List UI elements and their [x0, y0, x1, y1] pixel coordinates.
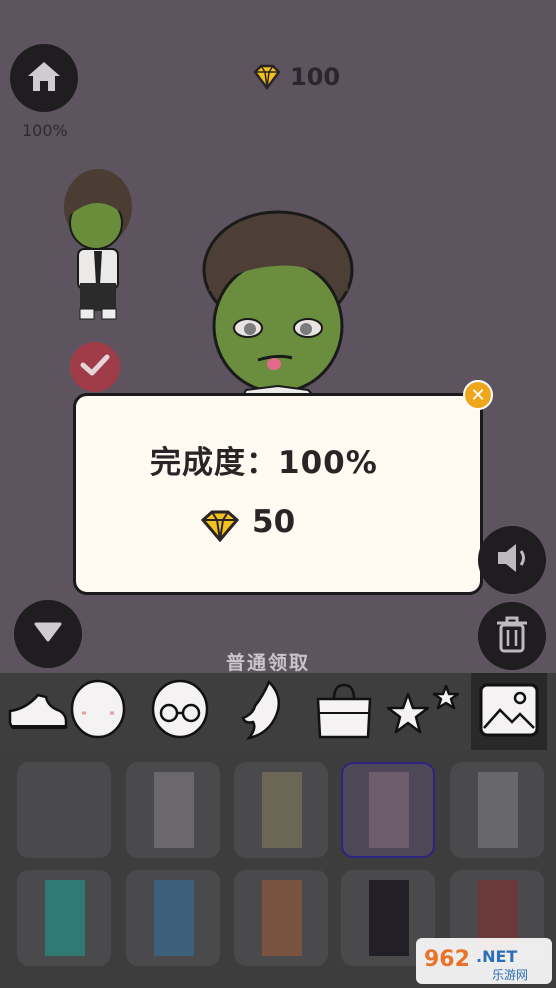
svg-text:乐游网: 乐游网 [492, 968, 528, 982]
swatch-color [478, 772, 518, 848]
tab-face[interactable] [60, 673, 136, 750]
tab-stars[interactable] [386, 673, 462, 750]
face-icon [68, 679, 128, 745]
sound-button[interactable] [478, 526, 546, 594]
swatch-item[interactable] [17, 870, 111, 966]
speaker-icon [492, 541, 532, 579]
bag-icon [312, 679, 376, 745]
svg-text:.NET: .NET [476, 947, 517, 966]
swatch-color [262, 880, 302, 956]
swatch-color [154, 772, 194, 848]
claim-button[interactable]: 普通领取 [226, 648, 310, 675]
gem-counter: 100 [290, 63, 341, 91]
character-main [196, 208, 366, 402]
swatch-color [369, 772, 409, 848]
swatch-item-selected[interactable] [341, 762, 435, 858]
swatch-item[interactable] [17, 762, 111, 858]
image-icon [478, 682, 540, 742]
swatch-item[interactable] [126, 870, 220, 966]
category-toolbar [0, 673, 556, 750]
close-button[interactable]: ✕ [463, 380, 493, 410]
gem-icon [252, 64, 282, 94]
chevron-down-icon [32, 620, 64, 648]
glasses-icon [149, 679, 211, 745]
watermark-logo: 962 .NET 乐游网 [416, 938, 552, 984]
swatch-color [45, 880, 85, 956]
delete-button[interactable] [478, 602, 546, 670]
swatch-item[interactable] [126, 762, 220, 858]
svg-text:962: 962 [424, 947, 470, 972]
checkmark-icon [80, 353, 110, 381]
tab-bag[interactable] [306, 673, 382, 750]
reward-gem-icon [200, 510, 240, 546]
tab-wings[interactable] [226, 673, 302, 750]
character-preview-small[interactable] [58, 165, 138, 325]
swatch-item[interactable] [234, 762, 328, 858]
swatch-item[interactable] [450, 762, 544, 858]
tab-background[interactable] [471, 673, 547, 750]
reward-dialog [73, 393, 483, 595]
wing-icon [239, 678, 289, 746]
swatch-color [154, 880, 194, 956]
check-badge [70, 342, 120, 392]
reward-amount: 50 [252, 504, 296, 540]
collapse-button[interactable] [14, 600, 82, 668]
shoe-icon [8, 685, 68, 739]
home-button[interactable] [10, 44, 78, 112]
home-icon [24, 58, 64, 98]
trash-icon [495, 615, 529, 657]
close-icon: ✕ [470, 384, 486, 406]
tab-glasses[interactable] [142, 673, 218, 750]
swatch-color [369, 880, 409, 956]
progress-label: 100% [22, 121, 68, 140]
swatch-item[interactable] [234, 870, 328, 966]
swatch-color [262, 772, 302, 848]
stars-icon [384, 680, 464, 744]
completion-text: 完成度：100% [150, 445, 378, 481]
